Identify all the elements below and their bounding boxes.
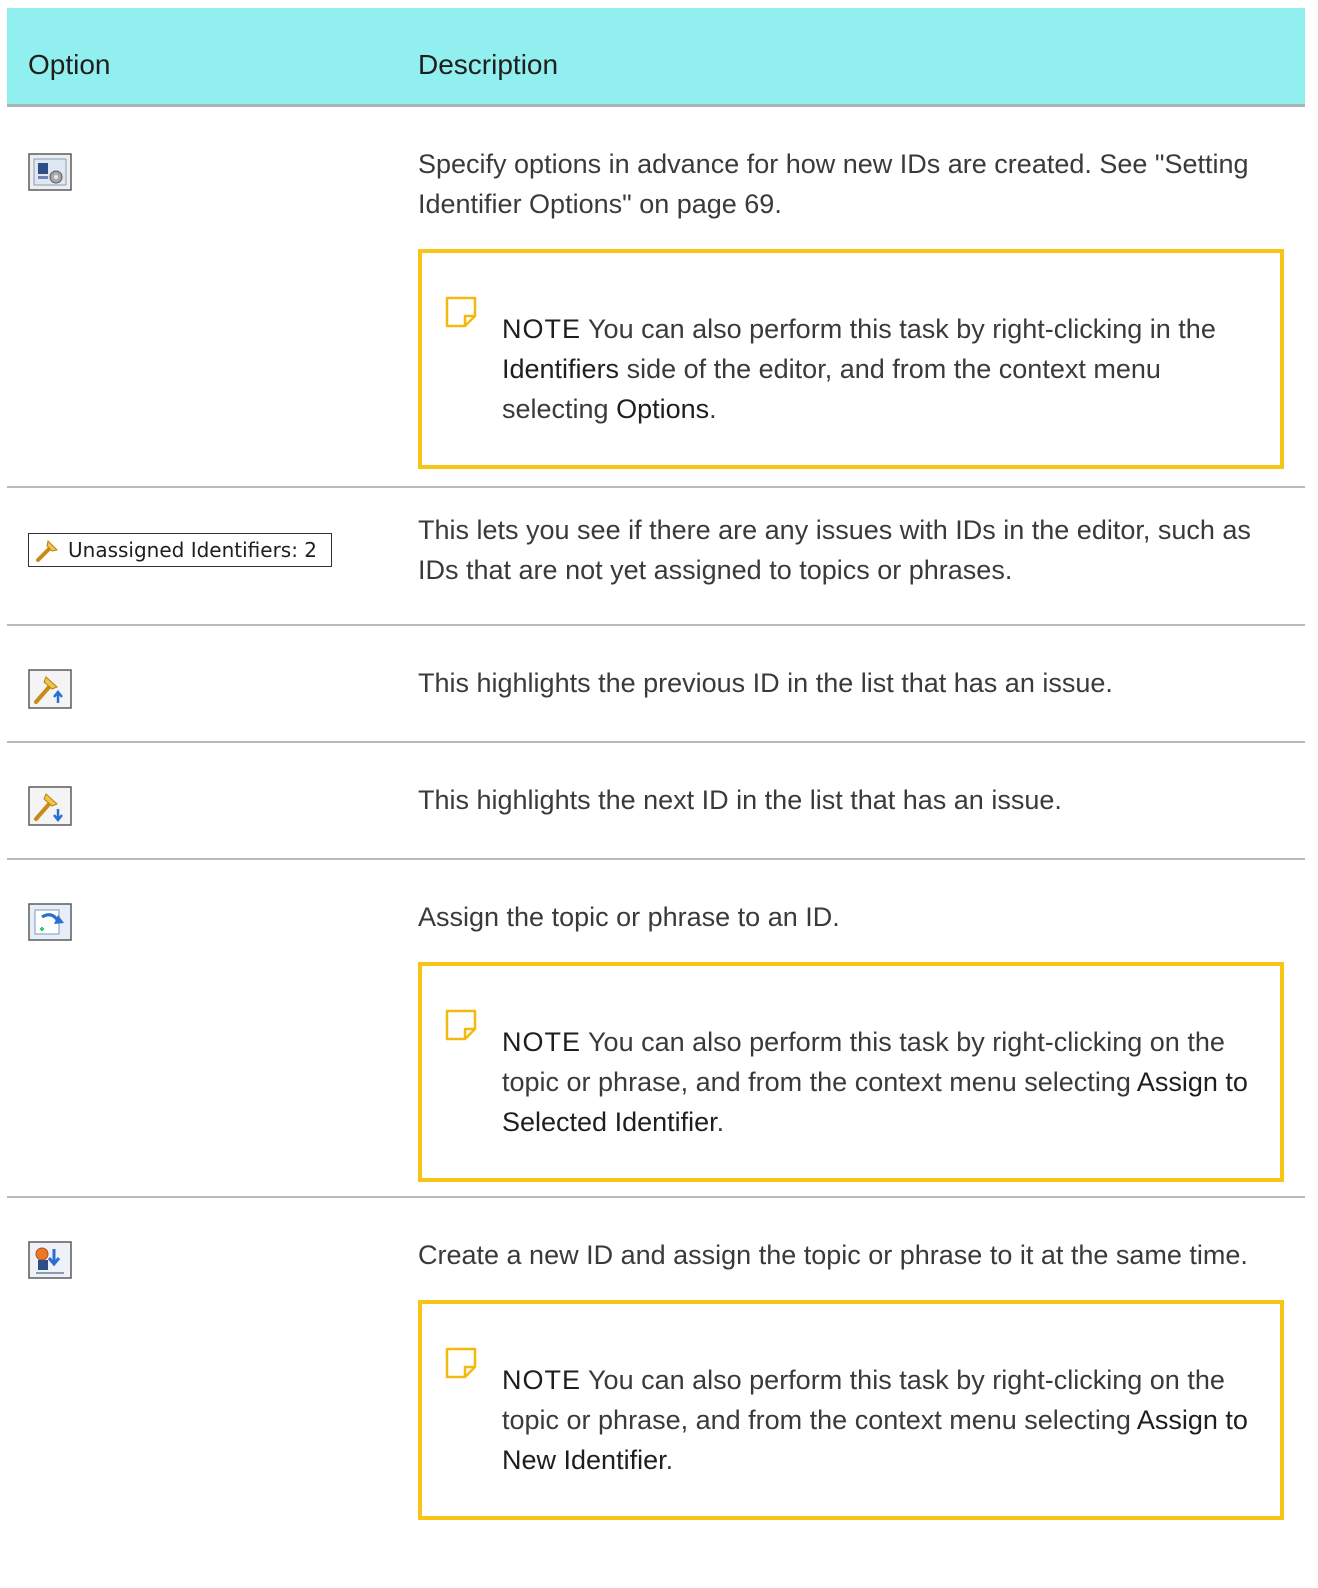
row-description: Specify options in advance for how new I… (418, 149, 1249, 219)
note-text: You can also perform this task by right-… (502, 1027, 1225, 1097)
table-row: This highlights the previous ID in the l… (7, 626, 1305, 743)
note-label: NOTE (502, 1365, 582, 1395)
unassigned-identifiers-badge[interactable]: Unassigned Identifiers: 2 (28, 533, 332, 567)
note-box: NOTE You can also perform this task by r… (418, 1300, 1284, 1520)
badge-label: Unassigned Identifiers: 2 (68, 538, 318, 562)
note-text: . (709, 394, 717, 424)
row-description: Create a new ID and assign the topic or … (418, 1240, 1248, 1270)
note-box: NOTE You can also perform this task by r… (418, 249, 1284, 469)
note-label: NOTE (502, 1027, 582, 1057)
row-description: This highlights the previous ID in the l… (418, 668, 1113, 698)
header-option: Option (28, 49, 111, 80)
note-text: You can also perform this task by right-… (502, 1365, 1225, 1435)
table-row: Unassigned Identifiers: 2 This lets you … (7, 488, 1305, 626)
note-label: NOTE (502, 314, 582, 344)
note-icon (444, 1008, 478, 1042)
table-row: Assign the topic or phrase to an ID. NOT… (7, 860, 1305, 1198)
assign-identifier-icon[interactable] (28, 903, 72, 946)
row-description: This highlights the next ID in the list … (418, 785, 1062, 815)
note-emphasis: Options (616, 394, 710, 424)
note-box: NOTE You can also perform this task by r… (418, 962, 1284, 1182)
previous-issue-icon[interactable] (28, 669, 72, 714)
note-text: . (665, 1445, 674, 1475)
row-description: Assign the topic or phrase to an ID. (418, 902, 840, 932)
next-issue-icon[interactable] (28, 786, 72, 831)
identifier-options-icon[interactable] (28, 153, 72, 196)
table-row: This highlights the next ID in the list … (7, 743, 1305, 860)
note-text: . (716, 1107, 725, 1137)
table-header: Option Description (7, 8, 1305, 107)
note-icon (444, 1346, 478, 1380)
header-description: Description (418, 49, 559, 80)
wand-icon (36, 539, 59, 562)
row-description: This lets you see if there are any issue… (418, 515, 1251, 585)
note-emphasis: Identifiers (502, 354, 620, 384)
note-text: You can also perform this task by right-… (581, 314, 1216, 344)
table-row: Specify options in advance for how new I… (7, 107, 1305, 488)
assign-new-identifier-icon[interactable] (28, 1241, 72, 1284)
table-row: Create a new ID and assign the topic or … (7, 1198, 1305, 1588)
options-table: Option Description Specify options in ad… (7, 8, 1305, 1588)
note-icon (444, 295, 478, 329)
